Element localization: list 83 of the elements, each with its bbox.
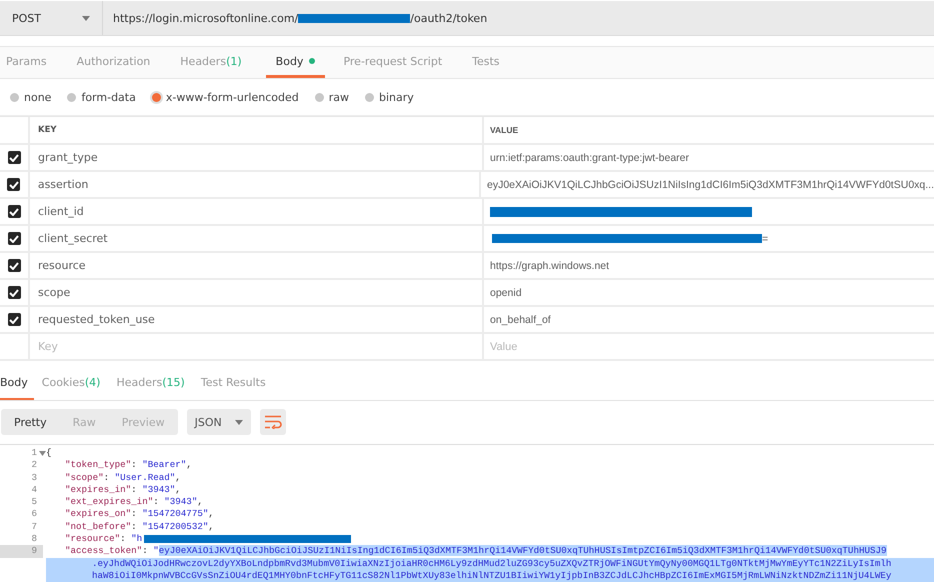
selected-json-string: haW8iOiI0MkpnWVBCcGVsSnZiOU4rdEQ1MHY0bnFtcHFyTG11cS82Nl1PbWtXUy83elhiNlNTZU1BIiwiYW1yIjpbInB3ZCJdLCJhcHBpZCI6ImExMGI5MjRmLWNiNzktNDZmZi11NjU4LWEy	[91, 570, 892, 581]
radio-option[interactable]: raw	[314, 90, 349, 104]
selected-json-string: .eyJhdWQiOiJodHRwczovL2dyYXBoLndpbmRvd3MubmV0IiwiaXNzIjoiaHR0cHM6Ly9zdHMud2luZG93cy5uZXQvZTRjOWFiNGUtYmQyNy00MGQ1LTg0NTktMjMwYmEyYTc1N2ZiLyIsImlh	[91, 558, 892, 569]
caret-icon	[234, 420, 243, 424]
line-number: 3	[31, 472, 37, 484]
table-cell: assertion	[38, 178, 88, 191]
line-number: 8	[31, 533, 37, 546]
json-punctuation: :	[131, 508, 138, 520]
table-cell: =	[762, 232, 768, 244]
json-punctuation: ,	[208, 520, 214, 532]
json-key: "not_before"	[65, 520, 132, 532]
json-punctuation: ,	[175, 484, 181, 495]
response-tab[interactable]: Body	[0, 367, 34, 400]
json-punctuation: :	[120, 533, 127, 544]
json-punctuation: ,	[186, 459, 192, 470]
line-number: 4	[31, 484, 37, 496]
json-string: "3943"	[164, 496, 198, 508]
line-number: 9	[31, 545, 37, 558]
checkbox[interactable]	[8, 205, 20, 218]
json-key: "token_type"	[65, 459, 132, 470]
json-string: "1547204775"	[142, 508, 208, 520]
radio-option[interactable]: form-data	[67, 90, 136, 104]
table-cell: on_behalf_of	[490, 314, 551, 326]
json-punctuation: ,	[197, 496, 203, 508]
table-cell: client_secret	[38, 232, 108, 245]
method-dropdown[interactable]: POST	[0, 1, 103, 35]
json-punctuation: :	[131, 484, 138, 495]
checkbox[interactable]	[8, 313, 20, 326]
json-punctuation: ,	[208, 508, 214, 520]
url-field[interactable]: https://login.microsoftonline.com/ /oauth2/token	[103, 1, 934, 35]
column-header: KEY	[30, 117, 484, 143]
fold-caret-icon[interactable]	[39, 451, 46, 456]
json-punctuation: :	[131, 520, 138, 532]
selected-json-string: eyJ0eXAiOiJKV1QiLCJhbGciOiJSUzI1NiIsIng1dCI6Im5iQ3dXMTF3M1hrQi14VWFYd0tSU0xqTUhHUSIsImtpZCI6Im5iQ3dXMTF3M1hrQi14VWFYd0tSU0xqTUhHUSJ9	[158, 545, 887, 556]
radio-option[interactable]: binary	[364, 90, 414, 104]
json-punctuation: :	[142, 545, 149, 556]
format-dropdown[interactable]: JSON	[186, 409, 251, 435]
request-tab[interactable]: Body	[266, 47, 326, 78]
line-number: 1	[31, 447, 37, 460]
checkbox[interactable]	[7, 178, 20, 191]
table-cell: scope	[38, 286, 70, 299]
json-punctuation: :	[131, 459, 138, 470]
table-cell: grant_type	[38, 151, 98, 164]
line-number: 2	[31, 459, 37, 472]
caret-icon	[82, 16, 90, 20]
json-key: "expires_on"	[65, 508, 132, 520]
json-key: "resource"	[65, 533, 120, 544]
radio-option[interactable]: x-www-form-urlencoded	[152, 90, 299, 104]
column-header: VALUE	[489, 124, 520, 137]
table-cell: requested_token_use	[38, 313, 155, 326]
json-string: "User.Read"	[114, 472, 176, 483]
json-string: "Bearer"	[142, 459, 186, 470]
json-key: "expires_in"	[65, 484, 132, 495]
json-string: "h	[131, 533, 142, 544]
json-key: "scope"	[65, 472, 104, 483]
json-key: "ext_expires_in"	[65, 496, 154, 508]
json-string: "3943"	[142, 484, 176, 495]
json-string: "1547200532"	[142, 520, 208, 532]
json-string: "	[153, 545, 159, 556]
key-input[interactable]: Key	[38, 340, 238, 353]
table-cell: urn:ietf:params:oauth:grant-type:jwt-bearer	[490, 152, 690, 164]
radio-option[interactable]: none	[10, 90, 52, 104]
value-input[interactable]: Value	[490, 340, 690, 352]
wrap-button[interactable]	[260, 409, 286, 435]
checkbox[interactable]	[8, 151, 20, 164]
table-cell: resource	[38, 259, 86, 272]
line-number: 5	[31, 496, 37, 508]
json-key: "access_token"	[65, 545, 142, 556]
table-cell: openid	[490, 286, 522, 298]
table-cell: https://graph.windows.net	[490, 260, 610, 272]
checkbox[interactable]	[8, 286, 20, 299]
table-cell: eyJ0eXAiOiJKV1QiLCJhbGciOiJSUzI1NiIsIng1dCI6Im5iQ3dXMTF3M1hrQi14VWFYd0tSU0xq...	[487, 178, 934, 190]
wrap-lines-icon	[264, 415, 282, 429]
json-punctuation: ,	[175, 472, 181, 483]
line-number: 6	[31, 508, 37, 521]
line-number: 7	[31, 520, 37, 534]
json-punctuation: :	[153, 496, 160, 508]
checkbox[interactable]	[8, 232, 20, 245]
view-mode-button[interactable]: Pretty	[1, 409, 60, 435]
json-punctuation: :	[104, 472, 110, 483]
table-cell: client_id	[38, 205, 84, 218]
checkbox[interactable]	[8, 259, 20, 272]
json-punctuation: {	[46, 447, 52, 458]
